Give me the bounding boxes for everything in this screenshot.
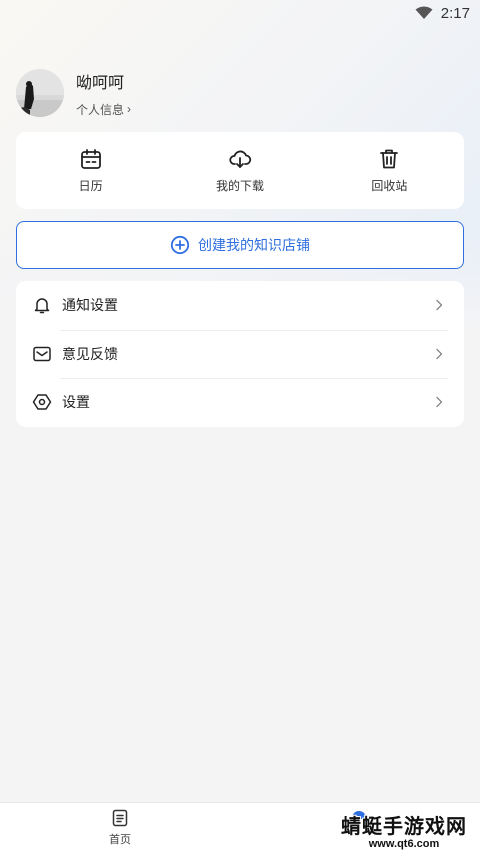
watermark-main-text: 蜻蜓手游戏网 xyxy=(341,816,467,838)
chevron-right-icon xyxy=(436,397,443,408)
mail-icon xyxy=(33,346,51,362)
chevron-right-icon xyxy=(436,300,443,311)
calendar-label: 日历 xyxy=(78,179,103,193)
recycle-bin-label: 回收站 xyxy=(371,179,408,193)
calendar-button[interactable]: 日历 xyxy=(16,132,165,209)
feedback-label: 意见反馈 xyxy=(62,345,118,362)
download-icon xyxy=(229,150,252,168)
quick-actions-card: 日历 我的下载 回收站 xyxy=(16,132,464,209)
recycle-bin-button[interactable]: 回收站 xyxy=(315,132,464,209)
tab-home[interactable]: 首页 xyxy=(0,803,240,853)
calendar-icon xyxy=(80,149,101,169)
chevron-right-icon: › xyxy=(127,102,132,116)
my-downloads-button[interactable]: 我的下载 xyxy=(165,132,314,209)
settings-menu-card: 通知设置 意见反馈 设置 xyxy=(16,281,464,427)
chevron-right-icon xyxy=(436,348,443,360)
menu-item-feedback[interactable]: 意见反馈 xyxy=(32,329,448,379)
watermark-logo: 蜻蜓手游戏网 www.qt6.com xyxy=(338,816,470,852)
status-time: 2:17 xyxy=(440,4,470,22)
trash-icon xyxy=(380,149,399,169)
watermark-url-text: www.qt6.com xyxy=(368,838,440,850)
my-downloads-label: 我的下载 xyxy=(215,179,264,193)
wifi-icon xyxy=(415,6,433,19)
menu-item-settings[interactable]: 设置 xyxy=(32,378,448,427)
plus-circle-icon xyxy=(170,235,190,255)
notification-settings-label: 通知设置 xyxy=(62,297,118,314)
tab-home-label: 首页 xyxy=(109,834,131,846)
personal-info-label: 个人信息 xyxy=(76,102,125,117)
avatar[interactable] xyxy=(16,69,64,117)
bell-icon xyxy=(34,298,50,314)
personal-info-link[interactable]: 个人信息 › xyxy=(76,101,131,118)
create-knowledge-shop-label: 创建我的知识店铺 xyxy=(198,237,310,253)
username: 呦呵呵 xyxy=(76,74,125,92)
menu-item-notification-settings[interactable]: 通知设置 xyxy=(32,281,448,330)
status-bar: 2:17 xyxy=(0,0,480,26)
profile-header[interactable]: 呦呵呵 个人信息 › xyxy=(16,68,131,118)
create-knowledge-shop-button[interactable]: 创建我的知识店铺 xyxy=(16,221,464,269)
avatar-image xyxy=(16,69,64,117)
settings-label: 设置 xyxy=(62,394,90,411)
settings-hexagon-icon xyxy=(32,394,52,411)
document-icon xyxy=(112,809,128,827)
